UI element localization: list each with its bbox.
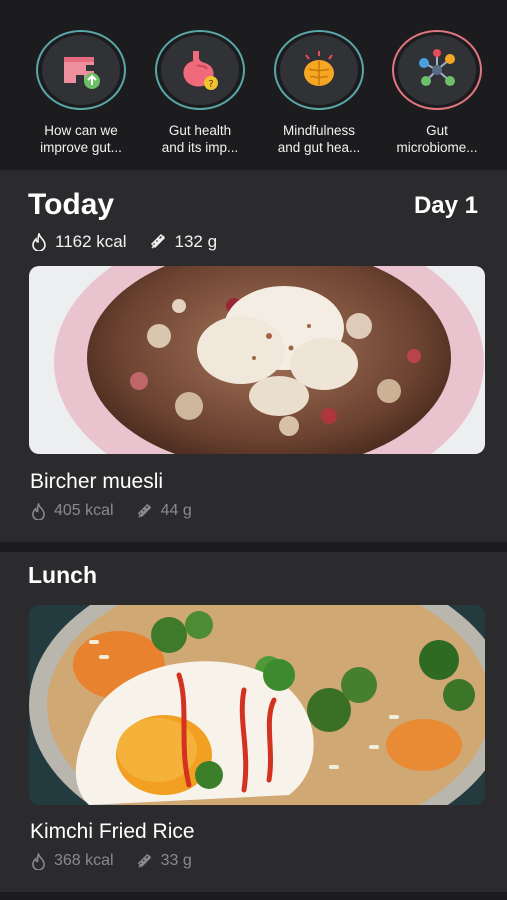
story-microbiome[interactable]: Gut microbiome... (378, 30, 496, 156)
flame-icon (32, 852, 45, 870)
muesli-image (29, 266, 485, 454)
story-label: Gut health and its imp... (161, 123, 239, 155)
story-ring (274, 30, 364, 110)
bottom-edge (0, 892, 507, 900)
dish-title[interactable]: Bircher muesli (30, 470, 163, 494)
dish-title[interactable]: Kimchi Fried Rice (30, 820, 195, 844)
story-label: Gut microbiome... (396, 123, 478, 155)
carbs-value: 132 g (174, 232, 218, 251)
brain-icon (280, 35, 358, 105)
carbs-value: 33 g (160, 852, 192, 869)
dish-meta: 405 kcal 44 g (31, 502, 214, 520)
section-title: Today (28, 188, 115, 221)
flame-icon (32, 233, 46, 251)
day-label: Day 1 (413, 192, 478, 219)
story-label: Mindfulness and gut hea... (277, 123, 361, 155)
section-title: Lunch (28, 562, 97, 588)
daily-summary: 1162 kcal 132 g (31, 232, 239, 252)
kimchi-rice-image (29, 605, 485, 805)
kcal-value: 405 kcal (54, 502, 114, 519)
kcal-value: 368 kcal (54, 852, 114, 869)
kimchi-fried-rice-photo[interactable] (29, 605, 485, 805)
story-ring (36, 30, 126, 110)
stomach-icon: ? (161, 35, 239, 105)
story-gut-health[interactable]: ? Gut health and its imp... (141, 30, 259, 156)
story-ring: ? (155, 30, 245, 110)
total-carbs: 132 g (149, 232, 218, 252)
bircher-muesli-photo[interactable] (29, 266, 485, 454)
grain-icon (150, 233, 165, 249)
story-gut-improve[interactable]: How can we improve gut... (22, 30, 140, 156)
lunch-section: Lunch Kimchi Fried Rice 368 kcal 33 g (0, 552, 507, 892)
grain-icon (137, 503, 151, 518)
total-kcal: 1162 kcal (31, 232, 127, 252)
kcal-value: 1162 kcal (55, 232, 127, 251)
dish-meta: 368 kcal 33 g (31, 852, 214, 870)
dish-carbs: 33 g (136, 852, 192, 870)
story-label: How can we improve gut... (40, 123, 122, 155)
dish-kcal: 368 kcal (31, 852, 114, 870)
story-mindfulness[interactable]: Mindfulness and gut hea... (260, 30, 378, 156)
intestine-icon (42, 35, 120, 105)
molecule-icon (398, 35, 476, 105)
story-ring (392, 30, 482, 110)
grain-icon (137, 853, 151, 868)
dish-carbs: 44 g (136, 502, 192, 520)
svg-text:?: ? (208, 79, 213, 90)
story-row: How can we improve gut... ? Gut health a… (0, 0, 507, 170)
carbs-value: 44 g (160, 502, 192, 519)
dish-kcal: 405 kcal (31, 502, 114, 520)
today-section: Today Day 1 1162 kcal 132 g Bircher mues… (0, 170, 507, 542)
flame-icon (32, 502, 45, 520)
